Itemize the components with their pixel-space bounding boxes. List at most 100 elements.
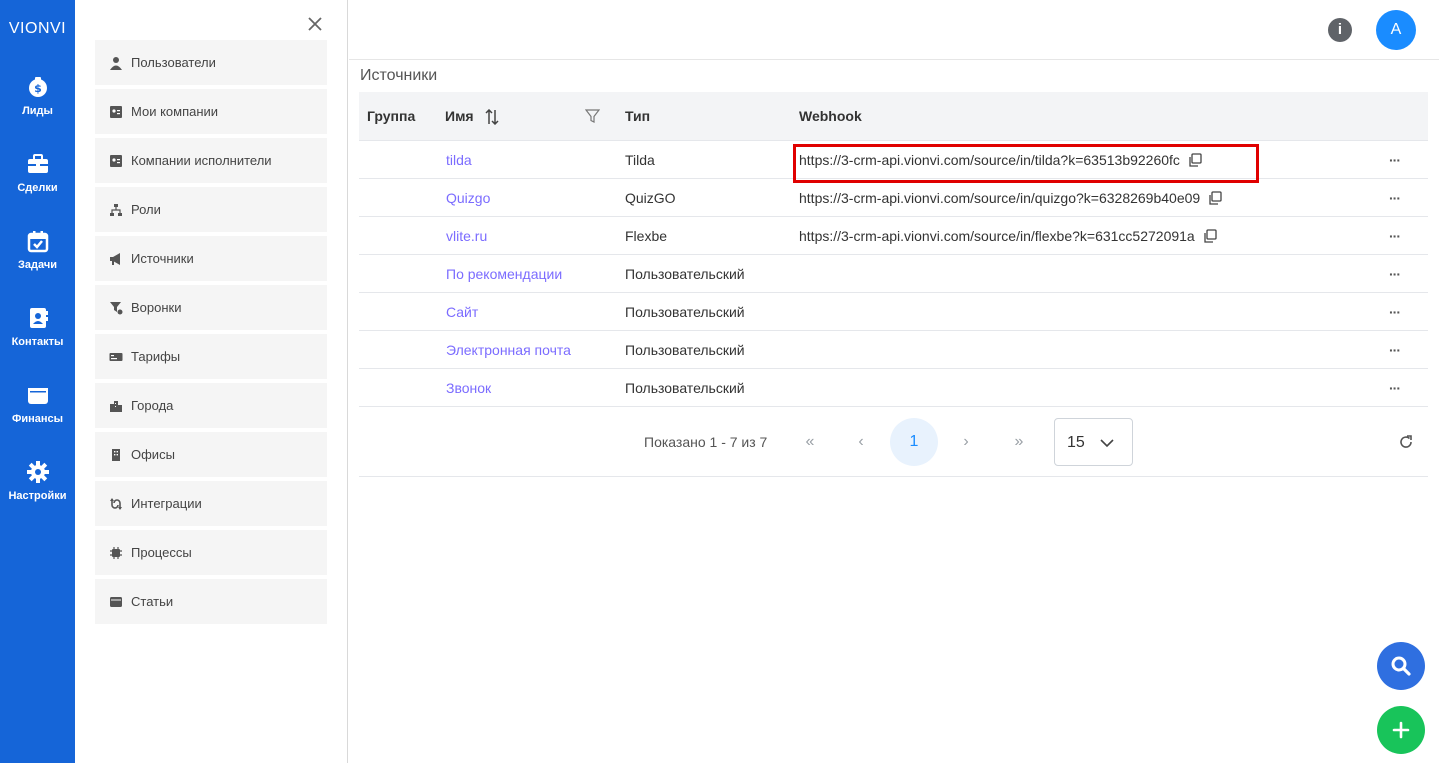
row-actions-button[interactable]: ··· <box>1389 217 1401 255</box>
table-header: Группа Имя Тип Webhook <box>359 92 1428 141</box>
refresh-icon[interactable] <box>1398 434 1414 450</box>
page-size-value: 15 <box>1067 434 1085 451</box>
sources-table: Группа Имя Тип Webhook tilda Tilda https… <box>359 92 1428 407</box>
copy-icon[interactable] <box>1208 191 1222 205</box>
money-bag-icon: $ <box>28 77 47 97</box>
cell-type: Пользовательский <box>625 380 745 396</box>
menu-item-sources[interactable]: Источники <box>95 236 327 281</box>
cell-webhook: https://3-crm-api.vionvi.com/source/in/t… <box>799 141 1202 179</box>
city-icon <box>110 400 122 412</box>
menu-item-label: Тарифы <box>131 349 181 364</box>
row-actions-button[interactable]: ··· <box>1389 179 1401 217</box>
menu-item-cities[interactable]: Города <box>95 383 327 428</box>
table-row: vlite.ru Flexbe https://3-crm-api.vionvi… <box>359 217 1428 255</box>
menu-item-offices[interactable]: Офисы <box>95 432 327 477</box>
menu-item-label: Пользователи <box>131 55 216 70</box>
menu-item-processes[interactable]: Процессы <box>95 530 327 575</box>
nav-item-label: Задачи <box>18 259 57 271</box>
next-page-button[interactable]: › <box>955 431 977 453</box>
current-page-button[interactable]: 1 <box>890 418 938 466</box>
nav-item-contacts[interactable]: Контакты <box>0 306 75 348</box>
chevron-down-icon <box>1100 439 1114 448</box>
row-actions-button[interactable]: ··· <box>1389 141 1401 179</box>
nav-item-leads[interactable]: $ Лиды <box>0 75 75 117</box>
table-row: Quizgo QuizGO https://3-crm-api.vionvi.c… <box>359 179 1428 217</box>
nav-item-finance[interactable]: Финансы <box>0 383 75 425</box>
row-actions-button[interactable]: ··· <box>1389 255 1401 293</box>
copy-icon[interactable] <box>1203 229 1217 243</box>
source-name-link[interactable]: Сайт <box>446 293 478 331</box>
cell-type: Пользовательский <box>625 266 745 282</box>
table-row: По рекомендации Пользовательский ··· <box>359 255 1428 293</box>
nav-item-label: Финансы <box>11 413 64 425</box>
info-icon[interactable]: i <box>1328 18 1352 42</box>
cell-type: Tilda <box>625 152 655 168</box>
menu-item-tariffs[interactable]: Тарифы <box>95 334 327 379</box>
first-page-button[interactable]: « <box>799 431 821 453</box>
column-header-name[interactable]: Имя <box>445 92 474 141</box>
page-title: Источники <box>360 67 438 84</box>
pagination-info: Показано 1 - 7 из 7 <box>644 434 768 450</box>
menu-item-users[interactable]: Пользователи <box>95 40 327 85</box>
menu-item-integrations[interactable]: Интеграции <box>95 481 327 526</box>
menu-item-label: Компании исполнители <box>131 153 272 168</box>
add-fab-button[interactable] <box>1377 706 1425 754</box>
copy-icon[interactable] <box>1188 153 1202 167</box>
cell-type: Пользовательский <box>625 304 745 320</box>
source-name-link[interactable]: По рекомендации <box>446 255 562 293</box>
prev-page-button[interactable]: ‹ <box>850 431 872 453</box>
brand-logo[interactable]: VIONVI <box>0 20 75 38</box>
menu-item-label: Статьи <box>131 594 174 609</box>
cell-webhook: https://3-crm-api.vionvi.com/source/in/q… <box>799 179 1222 217</box>
calendar-check-icon <box>27 231 48 253</box>
money-bill-icon <box>109 352 123 361</box>
building-icon <box>112 448 120 461</box>
menu-item-label: Офисы <box>131 447 175 462</box>
menu-item-articles[interactable]: Статьи <box>95 579 327 624</box>
nav-item-label: Лиды <box>22 105 53 117</box>
row-actions-button[interactable]: ··· <box>1389 369 1401 407</box>
plus-icon <box>1392 721 1410 739</box>
search-icon <box>1391 656 1411 676</box>
briefcase-icon <box>27 154 48 173</box>
webhook-url: https://3-crm-api.vionvi.com/source/in/q… <box>799 190 1201 206</box>
settings-menu-panel: Пользователи Мои компании Компании испол… <box>75 0 348 763</box>
sort-icon[interactable] <box>485 109 499 125</box>
nav-item-settings[interactable]: Настройки <box>0 460 75 502</box>
sync-icon <box>110 497 122 510</box>
chip-icon <box>110 546 122 559</box>
cell-type: Пользовательский <box>625 342 745 358</box>
cell-type: Flexbe <box>625 228 668 244</box>
source-name-link[interactable]: vlite.ru <box>446 217 487 255</box>
cell-type: QuizGO <box>625 190 676 206</box>
filter-icon[interactable] <box>585 109 600 124</box>
table-row: Электронная почта Пользовательский ··· <box>359 331 1428 369</box>
last-page-button[interactable]: » <box>1008 431 1030 453</box>
address-card-icon <box>110 105 122 118</box>
webhook-url: https://3-crm-api.vionvi.com/source/in/f… <box>799 228 1195 244</box>
source-name-link[interactable]: tilda <box>446 141 472 179</box>
column-header-group: Группа <box>367 108 416 124</box>
user-icon <box>110 56 122 70</box>
source-name-link[interactable]: Электронная почта <box>446 331 571 369</box>
page-size-select[interactable]: 15 <box>1054 418 1133 466</box>
table-row: Сайт Пользовательский ··· <box>359 293 1428 331</box>
menu-item-contractor-companies[interactable]: Компании исполнители <box>95 138 327 183</box>
row-actions-button[interactable]: ··· <box>1389 331 1401 369</box>
search-fab-button[interactable] <box>1377 642 1425 690</box>
menu-item-label: Воронки <box>131 300 182 315</box>
close-icon[interactable] <box>305 14 325 34</box>
source-name-link[interactable]: Звонок <box>446 369 491 407</box>
menu-item-my-companies[interactable]: Мои компании <box>95 89 327 134</box>
wallet-icon <box>110 596 122 607</box>
menu-item-label: Процессы <box>131 545 192 560</box>
nav-item-tasks[interactable]: Задачи <box>0 229 75 271</box>
menu-item-roles[interactable]: Роли <box>95 187 327 232</box>
row-actions-button[interactable]: ··· <box>1389 293 1401 331</box>
menu-item-funnels[interactable]: Воронки <box>95 285 327 330</box>
cell-webhook: https://3-crm-api.vionvi.com/source/in/f… <box>799 217 1217 255</box>
nav-item-deals[interactable]: Сделки <box>0 152 75 194</box>
avatar[interactable]: A <box>1376 10 1416 50</box>
source-name-link[interactable]: Quizgo <box>446 179 490 217</box>
wallet-icon <box>27 388 48 404</box>
